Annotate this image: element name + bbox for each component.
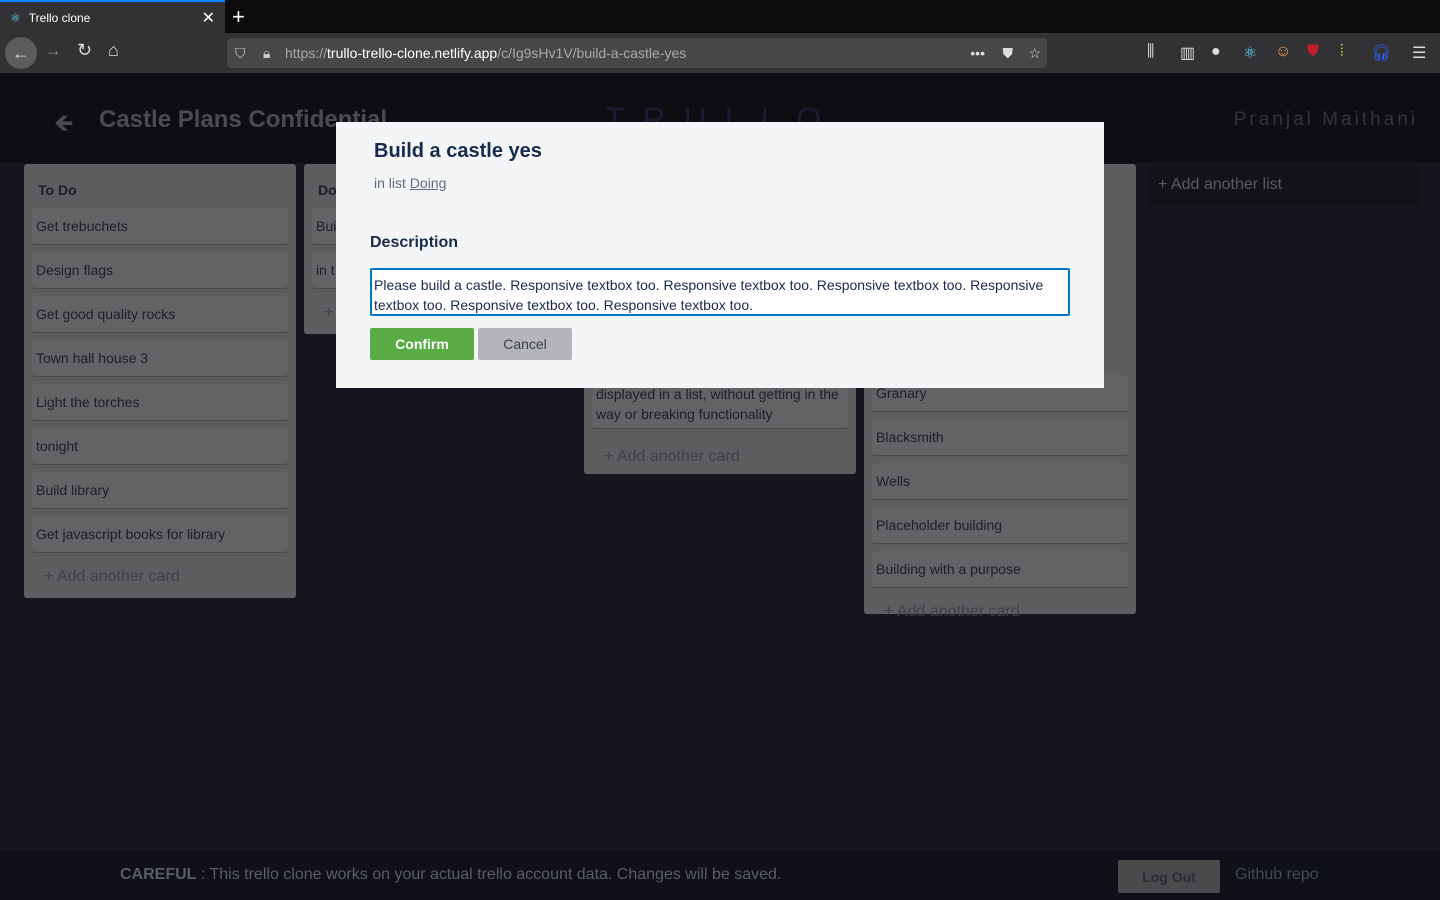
card[interactable]: Wells bbox=[872, 463, 1128, 499]
home-icon[interactable]: ⌂ bbox=[108, 40, 119, 61]
list-title[interactable]: To Do bbox=[24, 164, 296, 208]
card[interactable]: Placeholder building bbox=[872, 507, 1128, 543]
list-to-do: To Do Get trebuchets Design flags Get go… bbox=[24, 164, 296, 598]
library-icon[interactable]: ⫼ bbox=[1147, 43, 1154, 61]
bookmark-star-icon[interactable]: ☆ bbox=[1028, 45, 1041, 62]
add-card-button[interactable]: + Add another card bbox=[864, 595, 1136, 633]
card-title: Build a castle yes bbox=[374, 140, 542, 162]
ublock-icon[interactable]: ⛊ bbox=[1307, 43, 1319, 61]
url-prefix: https:// bbox=[285, 45, 328, 61]
lock-icon: 🔒︎ bbox=[263, 44, 271, 61]
cancel-button[interactable]: Cancel bbox=[478, 328, 572, 360]
card[interactable]: Build library bbox=[32, 472, 288, 508]
logout-button[interactable]: Log Out bbox=[1118, 860, 1220, 893]
new-tab-icon[interactable]: + bbox=[232, 4, 245, 30]
add-card-button[interactable]: + Add another card bbox=[24, 560, 296, 598]
equalizer-icon[interactable]: ⦙ bbox=[1340, 43, 1344, 61]
back-arrow-icon[interactable]: 🡸 bbox=[54, 106, 74, 147]
browser-tab-bar: ⚛ Trello clone ✕ + bbox=[0, 0, 1440, 33]
url-path: /c/Ig9sHv1V/build-a-castle-yes bbox=[497, 45, 687, 61]
url-host: trullo-trello-clone.netlify.app bbox=[327, 45, 498, 61]
card[interactable]: Get javascript books for library bbox=[32, 516, 288, 552]
warning-text: CAREFUL : This trello clone works on you… bbox=[120, 866, 781, 884]
back-icon[interactable]: ← bbox=[5, 37, 37, 69]
card[interactable]: Blacksmith bbox=[872, 419, 1128, 455]
react-icon: ⚛ bbox=[10, 10, 21, 25]
in-list-text: in list Doing bbox=[374, 175, 446, 191]
url-bar[interactable]: ⛉ 🔒︎ https://trullo-trello-clone.netlify… bbox=[227, 38, 1047, 68]
confirm-button[interactable]: Confirm bbox=[370, 328, 474, 360]
account-icon[interactable]: ● bbox=[1211, 43, 1221, 61]
card-detail-modal: Build a castle yes in list Doing Descrip… bbox=[336, 122, 1104, 388]
card[interactable]: Get trebuchets bbox=[32, 208, 288, 244]
menu-icon[interactable]: ☰ bbox=[1412, 43, 1426, 63]
headphones-icon[interactable]: 🎧︎ bbox=[1371, 43, 1391, 63]
warning-label: CAREFUL bbox=[120, 866, 197, 883]
footer: CAREFUL : This trello clone works on you… bbox=[0, 850, 1440, 900]
card[interactable]: Building with a purpose bbox=[872, 551, 1128, 587]
list-link[interactable]: Doing bbox=[410, 175, 447, 191]
description-label: Description bbox=[370, 234, 459, 251]
react-devtools-icon[interactable]: ⚛ bbox=[1243, 43, 1257, 63]
user-name: Pranjal Maithani bbox=[1233, 109, 1418, 130]
card[interactable]: Light the torches bbox=[32, 384, 288, 420]
sidebar-icon[interactable]: ▥ bbox=[1180, 43, 1195, 63]
tab-title: Trello clone bbox=[28, 10, 91, 25]
browser-toolbar: ← → ↻ ⌂ ⛉ 🔒︎ https://trullo-trello-clone… bbox=[0, 33, 1440, 73]
add-list-button[interactable]: + Add another list bbox=[1148, 166, 1420, 206]
pocket-icon[interactable]: ⛊ bbox=[1003, 45, 1014, 62]
more-icon[interactable]: ••• bbox=[970, 45, 985, 61]
card[interactable]: Design flags bbox=[32, 252, 288, 288]
card[interactable]: Town hall house 3 bbox=[32, 340, 288, 376]
card[interactable]: tonight bbox=[32, 428, 288, 464]
forward-icon[interactable]: → bbox=[44, 40, 62, 61]
in-list-prefix: in list bbox=[374, 175, 406, 191]
warning-message: : This trello clone works on your actual… bbox=[196, 866, 782, 883]
close-tab-icon[interactable]: ✕ bbox=[202, 8, 215, 28]
extension-face-icon[interactable]: ☺ bbox=[1275, 43, 1291, 61]
add-card-button[interactable]: + Add another card bbox=[584, 440, 760, 478]
browser-tab[interactable]: ⚛ Trello clone ✕ bbox=[0, 0, 225, 33]
card[interactable]: Get good quality rocks bbox=[32, 296, 288, 332]
description-input[interactable]: Please build a castle. Responsive textbo… bbox=[370, 268, 1070, 316]
shield-icon: ⛉ bbox=[235, 44, 246, 61]
reload-icon[interactable]: ↻ bbox=[77, 40, 92, 61]
github-link[interactable]: Github repo bbox=[1235, 866, 1319, 884]
